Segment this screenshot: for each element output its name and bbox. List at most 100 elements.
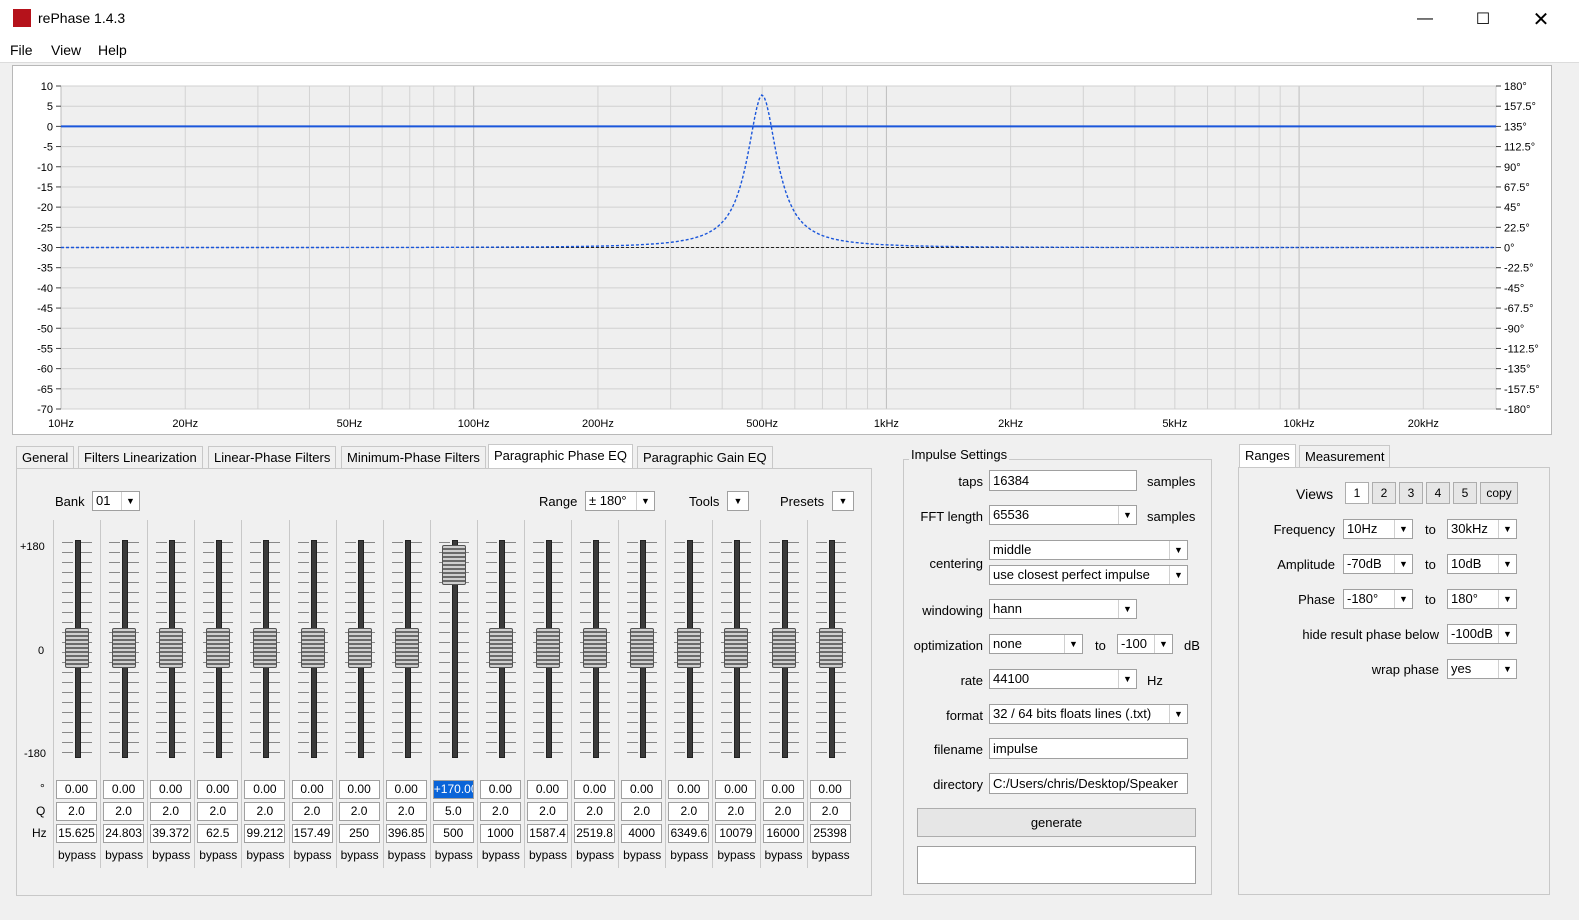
phase-input[interactable]: 0.00 — [527, 780, 568, 799]
phase-slider-thumb[interactable] — [583, 628, 608, 668]
bypass-toggle[interactable]: bypass — [525, 848, 571, 862]
q-input[interactable]: 2.0 — [621, 802, 663, 821]
phase-slider-thumb[interactable] — [441, 544, 466, 585]
phase-input[interactable]: 0.00 — [762, 780, 804, 799]
q-input[interactable]: 2.0 — [479, 802, 521, 821]
q-input[interactable]: 2.0 — [56, 802, 97, 821]
frequency-input[interactable]: 6349.6 — [668, 824, 710, 843]
tab-linear-phase-filters[interactable]: Linear-Phase Filters — [208, 446, 337, 469]
q-input[interactable]: 2.0 — [809, 802, 851, 821]
phase-input[interactable]: +170.00 — [432, 780, 474, 799]
q-input[interactable]: 2.0 — [527, 802, 568, 821]
q-input[interactable]: 2.0 — [244, 802, 286, 821]
phase-input[interactable]: 0.00 — [668, 780, 710, 799]
view-button-3[interactable]: 3 — [1399, 482, 1423, 504]
phase-slider-thumb[interactable] — [536, 628, 560, 668]
q-input[interactable]: 2.0 — [574, 802, 616, 821]
maximize-icon[interactable]: ☐ — [1454, 0, 1512, 38]
response-chart[interactable]: 10 5 0 -5 -10 -15 -20 -25 -30 -35 -40 -45 -50 -55 -60 -… — [12, 65, 1552, 435]
tab-minimum-phase-filters[interactable]: Minimum-Phase Filters — [341, 446, 486, 469]
q-input[interactable]: 2.0 — [762, 802, 804, 821]
phase-from-select[interactable]: -180° ▼ — [1343, 589, 1413, 609]
bypass-toggle[interactable]: bypass — [713, 848, 759, 862]
phase-slider-thumb[interactable] — [394, 628, 419, 668]
bypass-toggle[interactable]: bypass — [195, 848, 241, 862]
tools-menu[interactable]: ▼ — [727, 491, 749, 511]
frequency-input[interactable]: 2519.8 — [574, 824, 616, 843]
frequency-input[interactable]: 157.49 — [291, 824, 333, 843]
frequency-from-select[interactable]: 10Hz ▼ — [1343, 519, 1413, 539]
amplitude-to-select[interactable]: 10dB ▼ — [1447, 554, 1517, 574]
phase-slider-thumb[interactable] — [159, 628, 184, 668]
phase-slider-thumb[interactable] — [724, 628, 749, 668]
view-button-5[interactable]: 5 — [1453, 482, 1477, 504]
centering-select[interactable]: middle ▼ — [989, 540, 1188, 560]
windowing-select[interactable]: hann ▼ — [989, 599, 1137, 619]
bypass-toggle[interactable]: bypass — [242, 848, 288, 862]
frequency-input[interactable]: 62.5 — [197, 824, 239, 843]
view-button-2[interactable]: 2 — [1372, 482, 1396, 504]
frequency-input[interactable]: 1587.4 — [527, 824, 568, 843]
phase-slider-thumb[interactable] — [488, 628, 513, 668]
bypass-toggle[interactable]: bypass — [290, 848, 336, 862]
phase-input[interactable]: 0.00 — [197, 780, 239, 799]
bypass-toggle[interactable]: bypass — [808, 848, 854, 862]
generate-button[interactable]: generate — [917, 808, 1196, 837]
frequency-input[interactable]: 4000 — [621, 824, 663, 843]
bypass-toggle[interactable]: bypass — [54, 848, 100, 862]
view-copy-button[interactable]: copy — [1480, 482, 1518, 504]
tab-paragraphic-gain-eq[interactable]: Paragraphic Gain EQ — [637, 446, 773, 469]
phase-slider-thumb[interactable] — [347, 628, 372, 668]
optimization-select[interactable]: none ▼ — [989, 634, 1083, 654]
q-input[interactable]: 2.0 — [385, 802, 427, 821]
phase-slider-thumb[interactable] — [677, 628, 702, 668]
frequency-input[interactable]: 10079 — [715, 824, 757, 843]
phase-input[interactable]: 0.00 — [574, 780, 616, 799]
phase-input[interactable]: 0.00 — [338, 780, 380, 799]
frequency-to-select[interactable]: 30kHz ▼ — [1447, 519, 1517, 539]
q-input[interactable]: 2.0 — [103, 802, 145, 821]
phase-input[interactable]: 0.00 — [291, 780, 333, 799]
frequency-input[interactable]: 396.85 — [385, 824, 427, 843]
phase-slider-thumb[interactable] — [818, 628, 843, 668]
phase-slider-thumb[interactable] — [206, 628, 231, 668]
hide-phase-select[interactable]: -100dB ▼ — [1447, 624, 1517, 644]
tab-paragraphic-phase-eq[interactable]: Paragraphic Phase EQ — [488, 444, 633, 470]
optimization-db-select[interactable]: -100 ▼ — [1117, 634, 1173, 654]
wrap-phase-select[interactable]: yes ▼ — [1447, 659, 1517, 679]
phase-input[interactable]: 0.00 — [56, 780, 97, 799]
frequency-input[interactable]: 250 — [338, 824, 380, 843]
menu-view[interactable]: View — [51, 42, 81, 58]
frequency-input[interactable]: 500 — [432, 824, 474, 843]
phase-slider-thumb[interactable] — [65, 628, 89, 668]
bypass-toggle[interactable]: bypass — [666, 848, 712, 862]
tab-general[interactable]: General — [16, 446, 75, 469]
view-button-1[interactable]: 1 — [1345, 482, 1369, 504]
phase-input[interactable]: 0.00 — [479, 780, 521, 799]
q-input[interactable]: 5.0 — [432, 802, 474, 821]
phase-input[interactable]: 0.00 — [103, 780, 145, 799]
view-button-4[interactable]: 4 — [1426, 482, 1450, 504]
phase-input[interactable]: 0.00 — [715, 780, 757, 799]
q-input[interactable]: 2.0 — [291, 802, 333, 821]
bypass-toggle[interactable]: bypass — [761, 848, 807, 862]
range-select[interactable]: ± 180° ▼ — [585, 491, 655, 511]
phase-slider-thumb[interactable] — [300, 628, 325, 668]
tab-measurement[interactable]: Measurement — [1299, 445, 1391, 468]
phase-input[interactable]: 0.00 — [385, 780, 427, 799]
frequency-input[interactable]: 1000 — [479, 824, 521, 843]
frequency-input[interactable]: 15.625 — [56, 824, 97, 843]
tab-filters-linearization[interactable]: Filters Linearization — [78, 446, 203, 469]
presets-menu[interactable]: ▼ — [832, 491, 854, 511]
rate-select[interactable]: 44100 ▼ — [989, 669, 1137, 689]
menu-help[interactable]: Help — [98, 42, 127, 58]
phase-to-select[interactable]: 180° ▼ — [1447, 589, 1517, 609]
bypass-toggle[interactable]: bypass — [384, 848, 430, 862]
fft-length-select[interactable]: 65536 ▼ — [989, 505, 1137, 525]
format-select[interactable]: 32 / 64 bits floats lines (.txt) ▼ — [989, 704, 1188, 724]
phase-slider-thumb[interactable] — [112, 628, 137, 668]
taps-input[interactable]: 16384 — [989, 470, 1137, 491]
menu-file[interactable]: File — [10, 42, 33, 58]
phase-slider-thumb[interactable] — [771, 628, 796, 668]
amplitude-from-select[interactable]: -70dB ▼ — [1343, 554, 1413, 574]
